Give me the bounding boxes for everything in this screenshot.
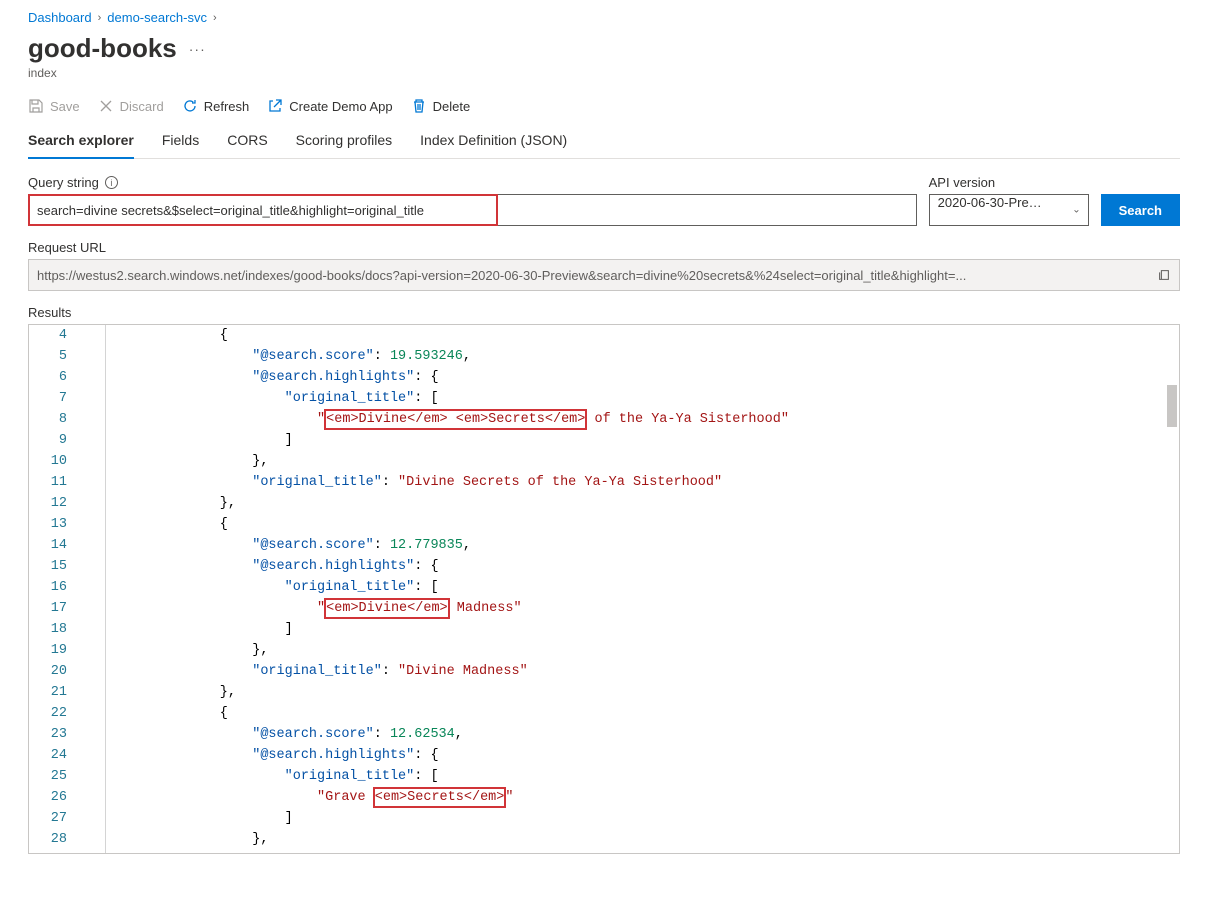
query-label: Query string	[28, 175, 99, 190]
copy-icon[interactable]	[1157, 268, 1171, 282]
code-line: },	[155, 493, 1159, 514]
code-line: "<em>Divine</em> Madness"	[155, 598, 1159, 619]
code-line: "original_title": [	[155, 766, 1159, 787]
trash-icon	[411, 98, 427, 114]
api-version-select[interactable]: 2020-06-30-Pre… ⌄	[929, 194, 1089, 226]
chevron-right-icon: ›	[98, 12, 102, 24]
save-icon	[28, 98, 44, 114]
tabs: Search explorer Fields CORS Scoring prof…	[28, 126, 1180, 159]
code-line: "original_title": [	[155, 388, 1159, 409]
annotation-highlight: <em>Divine</em>	[324, 598, 450, 619]
request-url-box: https://westus2.search.windows.net/index…	[28, 259, 1180, 291]
code-line: {	[155, 703, 1159, 724]
discard-button[interactable]: Discard	[98, 98, 164, 114]
code-line: "@search.highlights": {	[155, 745, 1159, 766]
code-line: {	[155, 325, 1159, 346]
editor-code[interactable]: { "@search.score": 19.593246, "@search.h…	[155, 325, 1179, 853]
refresh-button[interactable]: Refresh	[182, 98, 250, 114]
annotation-highlight: <em>Secrets</em>	[373, 787, 507, 808]
api-version-value: 2020-06-30-Pre…	[929, 194, 1089, 226]
code-line: "Grave <em>Secrets</em>"	[155, 787, 1159, 808]
query-input[interactable]	[28, 194, 917, 226]
code-line: "@search.highlights": {	[155, 556, 1159, 577]
tab-scoring-profiles[interactable]: Scoring profiles	[296, 126, 393, 158]
code-line: ]	[155, 808, 1159, 829]
more-actions-button[interactable]: ···	[189, 41, 206, 57]
close-icon	[98, 98, 114, 114]
code-line: ]	[155, 619, 1159, 640]
api-version-label: API version	[929, 175, 995, 190]
breadcrumb: Dashboard › demo-search-svc ›	[28, 10, 1180, 25]
editor-fold-column	[85, 325, 155, 853]
tab-index-definition[interactable]: Index Definition (JSON)	[420, 126, 567, 158]
refresh-label: Refresh	[204, 99, 250, 114]
code-line: "@search.score": 19.593246,	[155, 346, 1159, 367]
toolbar: Save Discard Refresh Create Demo App Del…	[28, 98, 1180, 114]
breadcrumb-link-dashboard[interactable]: Dashboard	[28, 10, 92, 25]
code-line: },	[155, 451, 1159, 472]
code-line: {	[155, 514, 1159, 535]
save-button[interactable]: Save	[28, 98, 80, 114]
code-line: "@search.highlights": {	[155, 367, 1159, 388]
code-line: "original_title": [	[155, 577, 1159, 598]
code-line: "original_title": "Divine Secrets of the…	[155, 472, 1159, 493]
create-demo-app-button[interactable]: Create Demo App	[267, 98, 392, 114]
save-label: Save	[50, 99, 80, 114]
scrollbar-thumb[interactable]	[1167, 385, 1177, 427]
page-title: good-books	[28, 33, 177, 64]
delete-label: Delete	[433, 99, 471, 114]
results-editor[interactable]: 4567891011121314151617181920212223242526…	[28, 324, 1180, 854]
editor-gutter: 4567891011121314151617181920212223242526…	[29, 325, 85, 853]
search-button[interactable]: Search	[1101, 194, 1180, 226]
refresh-icon	[182, 98, 198, 114]
code-line: },	[155, 682, 1159, 703]
breadcrumb-link-service[interactable]: demo-search-svc	[107, 10, 207, 25]
annotation-highlight: <em>Divine</em> <em>Secrets</em>	[324, 409, 587, 430]
create-demo-app-label: Create Demo App	[289, 99, 392, 114]
code-line: "@search.score": 12.779835,	[155, 535, 1159, 556]
code-line: },	[155, 829, 1159, 850]
request-url-value: https://westus2.search.windows.net/index…	[37, 268, 1149, 283]
tab-fields[interactable]: Fields	[162, 126, 199, 158]
info-icon[interactable]: i	[105, 176, 118, 189]
discard-label: Discard	[120, 99, 164, 114]
code-line: },	[155, 640, 1159, 661]
chevron-right-icon: ›	[213, 12, 217, 24]
tab-search-explorer[interactable]: Search explorer	[28, 126, 134, 158]
code-line: "<em>Divine</em> <em>Secrets</em> of the…	[155, 409, 1159, 430]
external-link-icon	[267, 98, 283, 114]
tab-cors[interactable]: CORS	[227, 126, 267, 158]
results-label: Results	[28, 305, 1180, 320]
page-subtitle: index	[28, 66, 1180, 80]
code-line: ]	[155, 430, 1159, 451]
code-line: "@search.score": 12.62534,	[155, 724, 1159, 745]
request-url-label: Request URL	[28, 240, 106, 255]
code-line: "original_title": "Divine Madness"	[155, 661, 1159, 682]
delete-button[interactable]: Delete	[411, 98, 471, 114]
